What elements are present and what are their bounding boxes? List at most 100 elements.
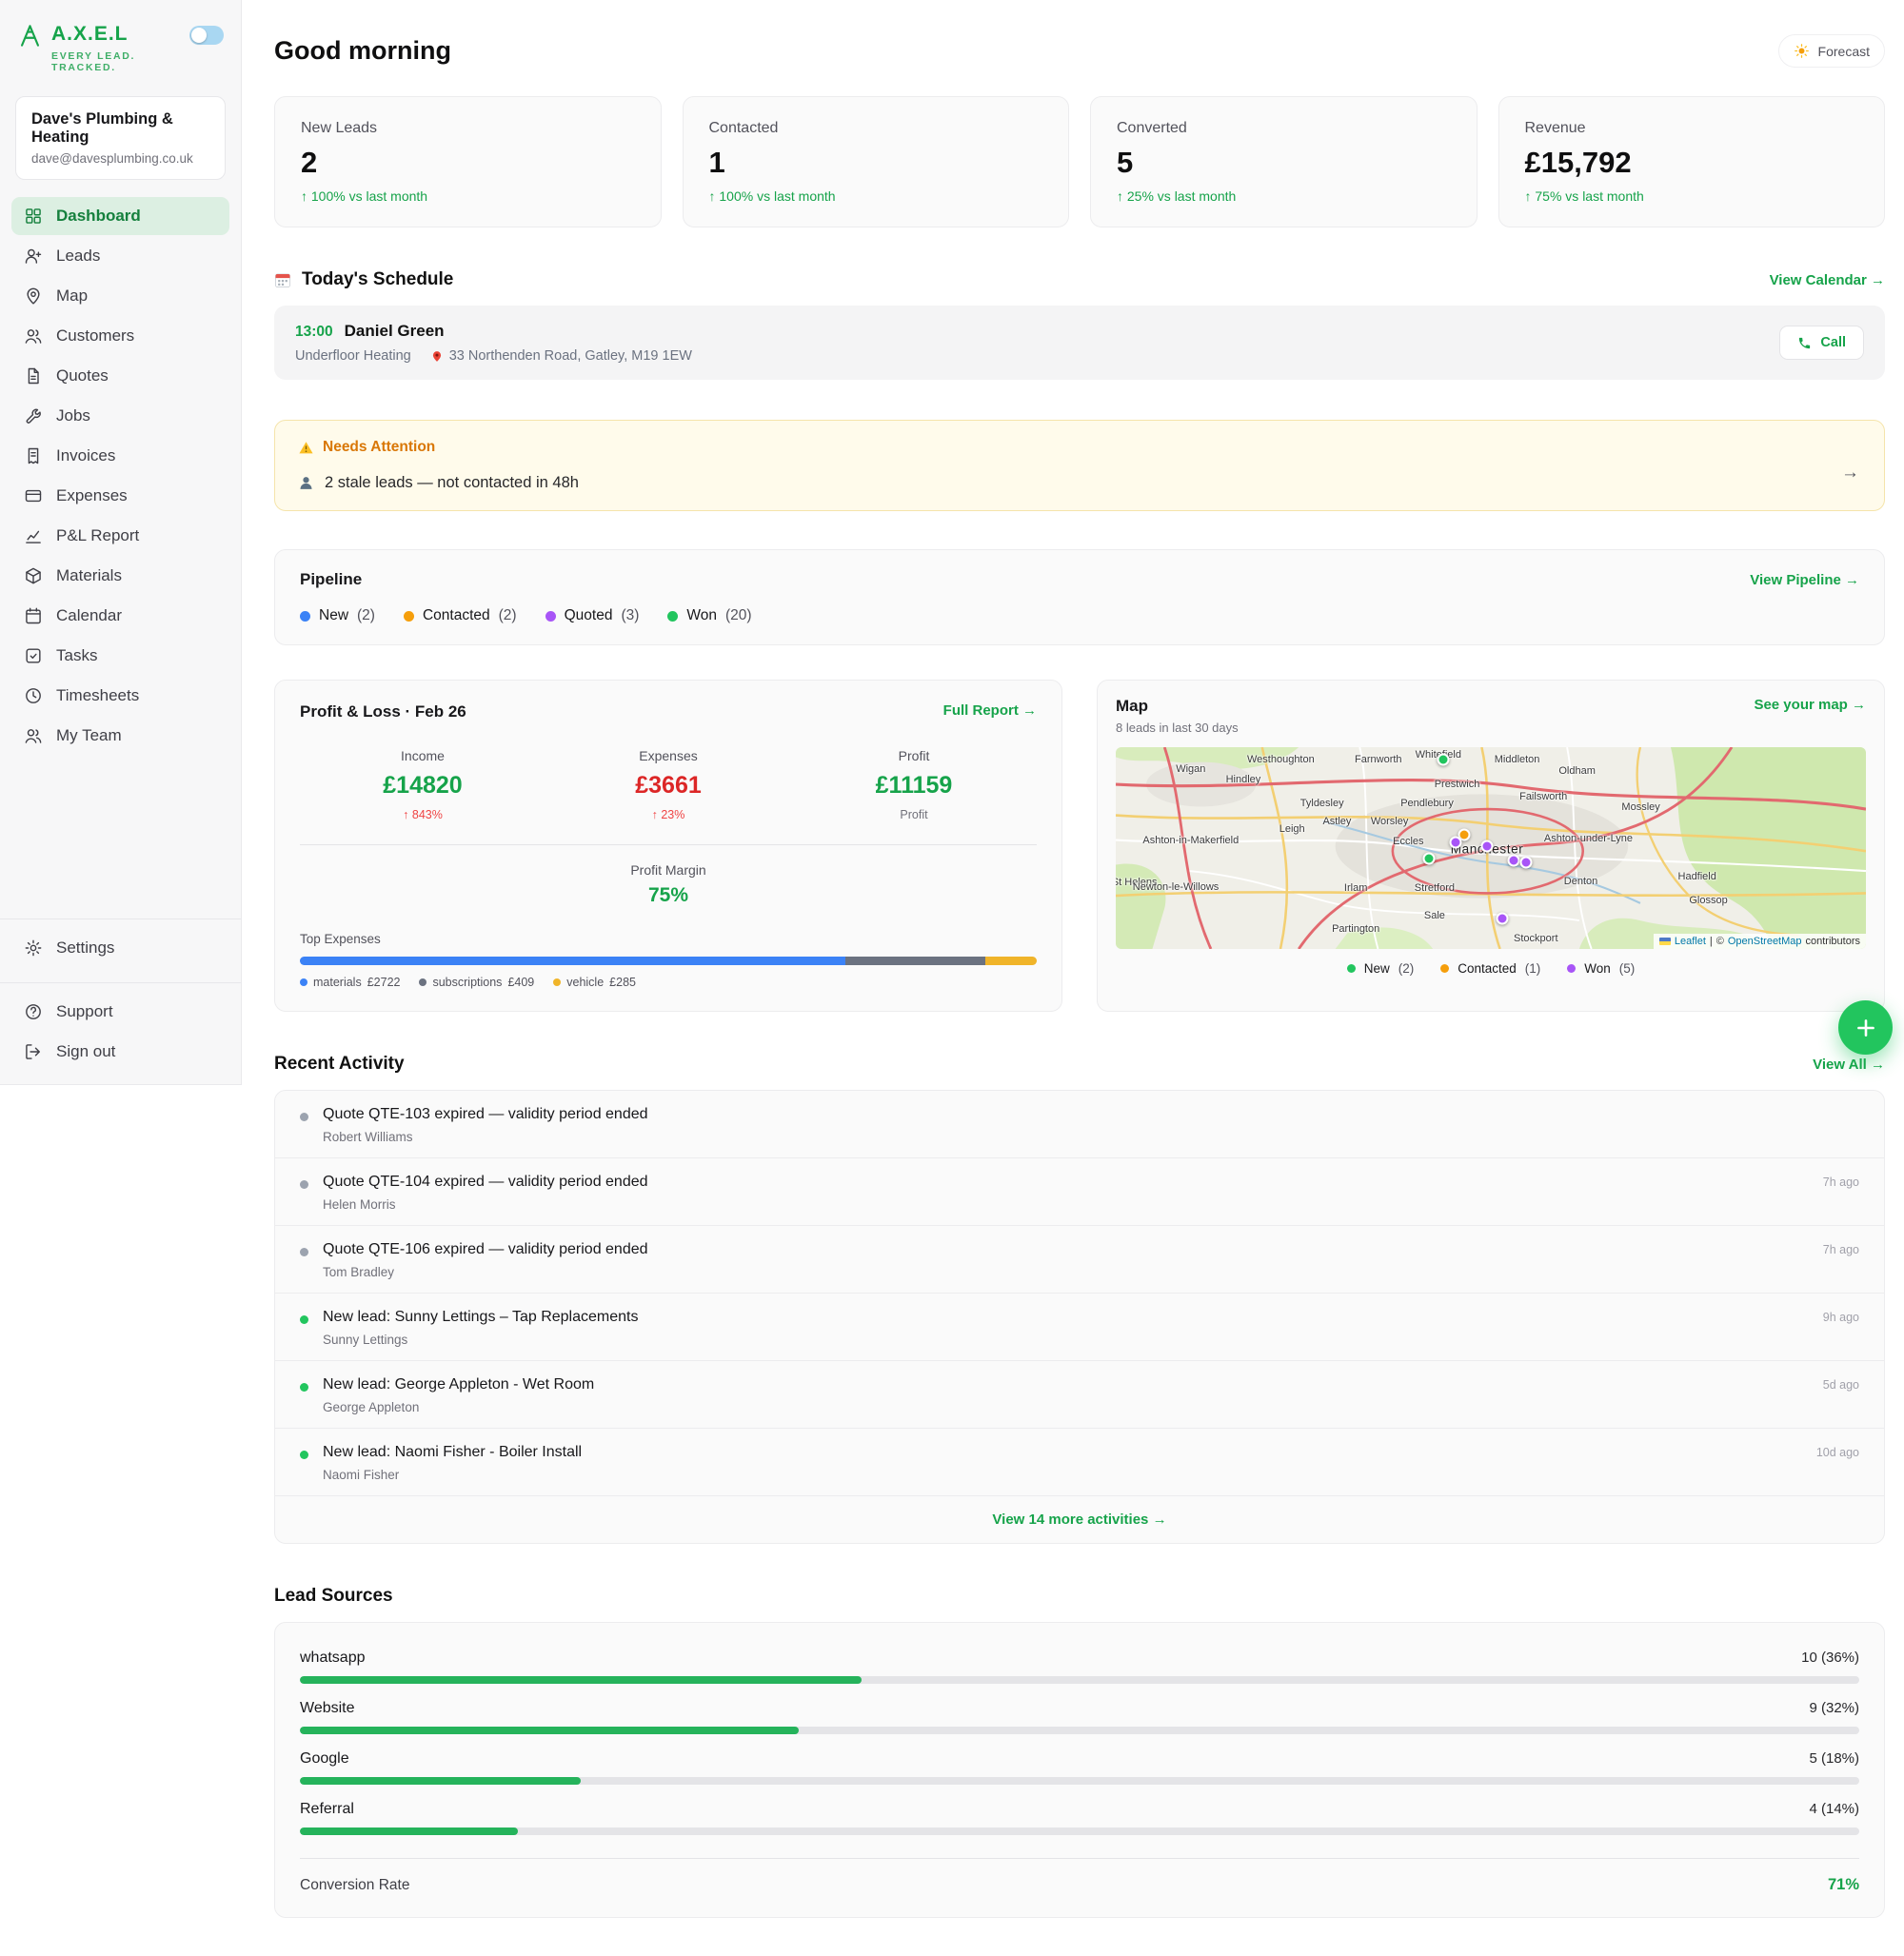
activity-item-title: Quote QTE-103 expired — validity period …	[323, 1106, 1845, 1123]
activity-row[interactable]: New lead: Naomi Fisher - Boiler InstallN…	[275, 1429, 1884, 1496]
activity-row[interactable]: New lead: George Appleton - Wet RoomGeor…	[275, 1361, 1884, 1429]
expense-bar-segment	[985, 957, 1037, 965]
quotes-icon	[24, 366, 43, 385]
map-lead-marker[interactable]	[1507, 854, 1519, 866]
sidebar-item-settings[interactable]: Settings	[11, 929, 229, 967]
sidebar-item-jobs[interactable]: Jobs	[11, 397, 229, 435]
lead-source-row: Google5 (18%)	[300, 1750, 1859, 1785]
brand: A.X.E.L EVERY LEAD. TRACKED.	[17, 23, 189, 73]
sidebar-item-quotes[interactable]: Quotes	[11, 357, 229, 395]
activity-item-who: George Appleton	[323, 1400, 1809, 1414]
expense-legend-item: materials£2722	[300, 976, 400, 989]
needs-attention-message-text: 2 stale leads — not contacted in 48h	[325, 474, 579, 492]
pipeline-stage-contacted: Contacted(2)	[404, 607, 517, 624]
pnl-divider	[300, 844, 1037, 845]
sidebar-item-leads[interactable]: Leads	[11, 237, 229, 275]
sidebar-item-label: Support	[56, 1002, 113, 1021]
lead-source-row: Referral4 (14%)	[300, 1801, 1859, 1835]
top-expenses-label: Top Expenses	[300, 932, 1037, 946]
sidebar-item-expenses[interactable]: Expenses	[11, 477, 229, 515]
lead-source-value: 9 (32%)	[1809, 1700, 1859, 1716]
map-lead-marker[interactable]	[1496, 913, 1508, 925]
sidebar-item-support[interactable]: Support	[11, 993, 229, 1031]
activity-dot	[300, 1180, 308, 1189]
sidebar-item-timesheets[interactable]: Timesheets	[11, 677, 229, 715]
activity-dot	[300, 1113, 308, 1121]
stage-label: New	[319, 607, 348, 624]
view-pipeline-link[interactable]: View Pipeline →	[1750, 572, 1859, 588]
materials-icon	[24, 566, 43, 585]
map-lead-marker[interactable]	[1438, 753, 1450, 765]
openstreetmap-link[interactable]: OpenStreetMap	[1728, 936, 1802, 947]
sidebar-item-label: Calendar	[56, 606, 122, 625]
full-report-link[interactable]: Full Report →	[943, 702, 1037, 719]
activity-dot	[300, 1248, 308, 1256]
sidebar-item-tasks[interactable]: Tasks	[11, 637, 229, 675]
sidebar-item-invoices[interactable]: Invoices	[11, 437, 229, 475]
sidebar-panel: A.X.E.L EVERY LEAD. TRACKED. Dave's Plum…	[0, 0, 242, 1085]
sidebar-item-calendar[interactable]: Calendar	[11, 597, 229, 635]
attribution-separator: |	[1710, 936, 1713, 947]
view-all-link[interactable]: View All →	[1813, 1057, 1885, 1073]
map-lead-marker[interactable]	[1449, 836, 1461, 848]
lead-source-track	[300, 1676, 1859, 1684]
view-more-activities-button[interactable]: View 14 more activities →	[275, 1496, 1884, 1543]
activity-row[interactable]: Quote QTE-106 expired — validity period …	[275, 1226, 1884, 1294]
leaflet-link[interactable]: Leaflet	[1675, 936, 1706, 947]
sidebar-item-pnl-report[interactable]: P&L Report	[11, 517, 229, 555]
call-button[interactable]: Call	[1779, 326, 1864, 360]
profit-sub-label: Profit	[791, 808, 1037, 821]
sidebar-item-materials[interactable]: Materials	[11, 557, 229, 595]
view-calendar-link[interactable]: View Calendar →	[1770, 272, 1885, 288]
map-town-label: Failsworth	[1519, 791, 1567, 802]
map-town-label: Mossley	[1621, 801, 1659, 813]
map-lead-marker[interactable]	[1481, 840, 1494, 852]
map-viewport[interactable]: WiganWesthoughtonFarnworthWhitefieldMidd…	[1116, 747, 1866, 949]
sidebar-item-map[interactable]: Map	[11, 277, 229, 315]
sidebar-item-customers[interactable]: Customers	[11, 317, 229, 355]
lead-source-label: Referral	[300, 1801, 354, 1818]
activity-main: Quote QTE-103 expired — validity period …	[323, 1106, 1845, 1144]
stat-label: Contacted	[709, 120, 1043, 137]
map-town-label: Denton	[1564, 876, 1597, 887]
pipeline-title: Pipeline	[300, 570, 362, 589]
calendar-emoji-icon	[274, 271, 291, 288]
map-card: Map 8 leads in last 30 days See your map…	[1097, 680, 1885, 1012]
activity-card: Quote QTE-103 expired — validity period …	[274, 1090, 1885, 1544]
see-your-map-link[interactable]: See your map →	[1754, 697, 1866, 713]
map-town-label: Oldham	[1558, 765, 1596, 777]
map-lead-marker[interactable]	[1423, 852, 1436, 864]
schedule-title: Today's Schedule	[274, 269, 453, 290]
needs-attention-arrow-button[interactable]: →	[1841, 463, 1859, 484]
activity-row[interactable]: Quote QTE-103 expired — validity period …	[275, 1091, 1884, 1158]
sidebar-item-label: My Team	[56, 726, 122, 745]
account-card: Dave's Plumbing & Heating dave@davesplum…	[15, 96, 226, 180]
forecast-button[interactable]: Forecast	[1778, 34, 1885, 68]
lead-source-label: whatsapp	[300, 1650, 366, 1667]
gear-icon	[24, 938, 43, 958]
sidebar-header: A.X.E.L EVERY LEAD. TRACKED.	[0, 0, 241, 77]
expense-amount: £2722	[367, 976, 401, 989]
add-fab-button[interactable]	[1838, 1000, 1893, 1055]
activity-row[interactable]: Quote QTE-104 expired — validity period …	[275, 1158, 1884, 1226]
sidebar-item-sign-out[interactable]: Sign out	[11, 1033, 229, 1071]
map-title-block: Map 8 leads in last 30 days	[1116, 697, 1239, 735]
legend-label: Won	[1584, 961, 1611, 976]
stat-delta: ↑ 100% vs last month	[709, 188, 1043, 204]
activity-row[interactable]: New lead: Sunny Lettings – Tap Replaceme…	[275, 1294, 1884, 1361]
expense-dot	[300, 978, 307, 986]
sidebar-item-my-team[interactable]: My Team	[11, 717, 229, 755]
pipeline-card: Pipeline View Pipeline → New(2) Contacte…	[274, 549, 1885, 645]
sidebar-item-label: Jobs	[56, 406, 90, 425]
pipeline-stage-quoted: Quoted(3)	[545, 607, 640, 624]
sidebar-item-dashboard[interactable]: Dashboard	[11, 197, 229, 235]
lead-source-track	[300, 1727, 1859, 1734]
activity-main: New lead: Sunny Lettings – Tap Replaceme…	[323, 1309, 1809, 1347]
appointment-name: Daniel Green	[345, 322, 445, 341]
app-root: A.X.E.L EVERY LEAD. TRACKED. Dave's Plum…	[0, 0, 1904, 1956]
pnl-map-row: Profit & Loss · Feb 26 Full Report → Inc…	[274, 680, 1885, 1012]
map-lead-marker[interactable]	[1520, 856, 1533, 868]
theme-toggle[interactable]	[189, 26, 224, 45]
brand-text: A.X.E.L EVERY LEAD. TRACKED.	[51, 23, 189, 73]
map-town-label: Partington	[1332, 923, 1379, 935]
